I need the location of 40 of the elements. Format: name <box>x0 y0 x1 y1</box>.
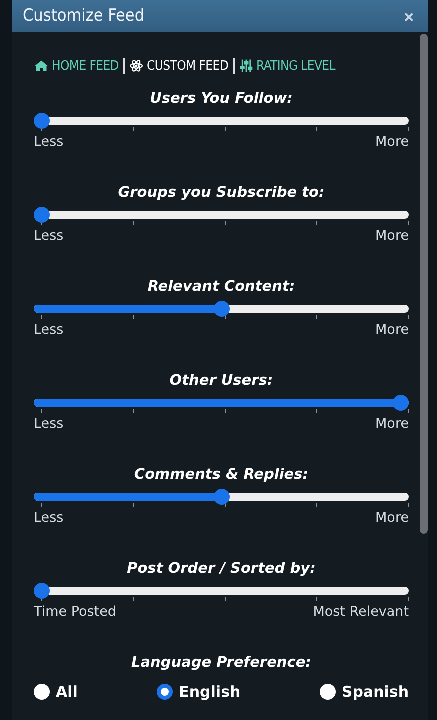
home-icon <box>34 59 49 73</box>
radio-button[interactable] <box>320 684 336 700</box>
min-label: Less <box>34 228 64 244</box>
slider-title: Other Users: <box>168 372 274 391</box>
slider-thumb[interactable] <box>34 207 50 223</box>
slider-thumb[interactable] <box>214 301 230 317</box>
radio-button[interactable] <box>34 684 50 700</box>
slider-title: Relevant Content: <box>146 278 296 297</box>
min-label: Less <box>34 416 64 432</box>
radio-button[interactable] <box>157 684 174 700</box>
slider-thumb[interactable] <box>393 395 409 411</box>
window-title: Customize Feed <box>23 6 145 26</box>
max-label: More <box>376 416 409 432</box>
close-button[interactable]: × <box>402 9 416 26</box>
radio-option[interactable]: Spanish <box>320 683 409 701</box>
min-label: Less <box>34 510 64 526</box>
slider-thumb[interactable] <box>34 113 50 129</box>
radio-option[interactable]: English <box>157 683 241 701</box>
min-label: Time Posted <box>34 604 116 620</box>
slider-title: Users You Follow: <box>149 90 294 109</box>
scroll-thumb[interactable] <box>420 34 428 534</box>
min-label: Less <box>34 322 64 338</box>
sliders-icon <box>238 59 254 73</box>
nav-link[interactable]: CUSTOM FEED <box>129 58 229 74</box>
max-label: More <box>376 134 409 150</box>
max-label: More <box>376 228 409 244</box>
atom-icon <box>129 59 144 73</box>
nav-link[interactable]: RATING LEVEL <box>238 58 336 74</box>
slider-thumb[interactable] <box>34 583 50 599</box>
max-label: More <box>376 322 409 338</box>
section-title: Language Preference: <box>130 654 312 673</box>
slider-title: Post Order / Sorted by: <box>126 560 317 579</box>
min-label: Less <box>34 134 64 150</box>
max-label: Most Relevant <box>313 604 409 620</box>
slider-title: Groups you Subscribe to: <box>117 184 326 203</box>
nav-link[interactable]: HOME FEED <box>34 58 120 74</box>
max-label: More <box>376 510 409 526</box>
slider-title: Comments & Replies: <box>133 466 310 485</box>
slider-thumb[interactable] <box>214 489 230 505</box>
radio-option[interactable]: All <box>34 683 78 701</box>
